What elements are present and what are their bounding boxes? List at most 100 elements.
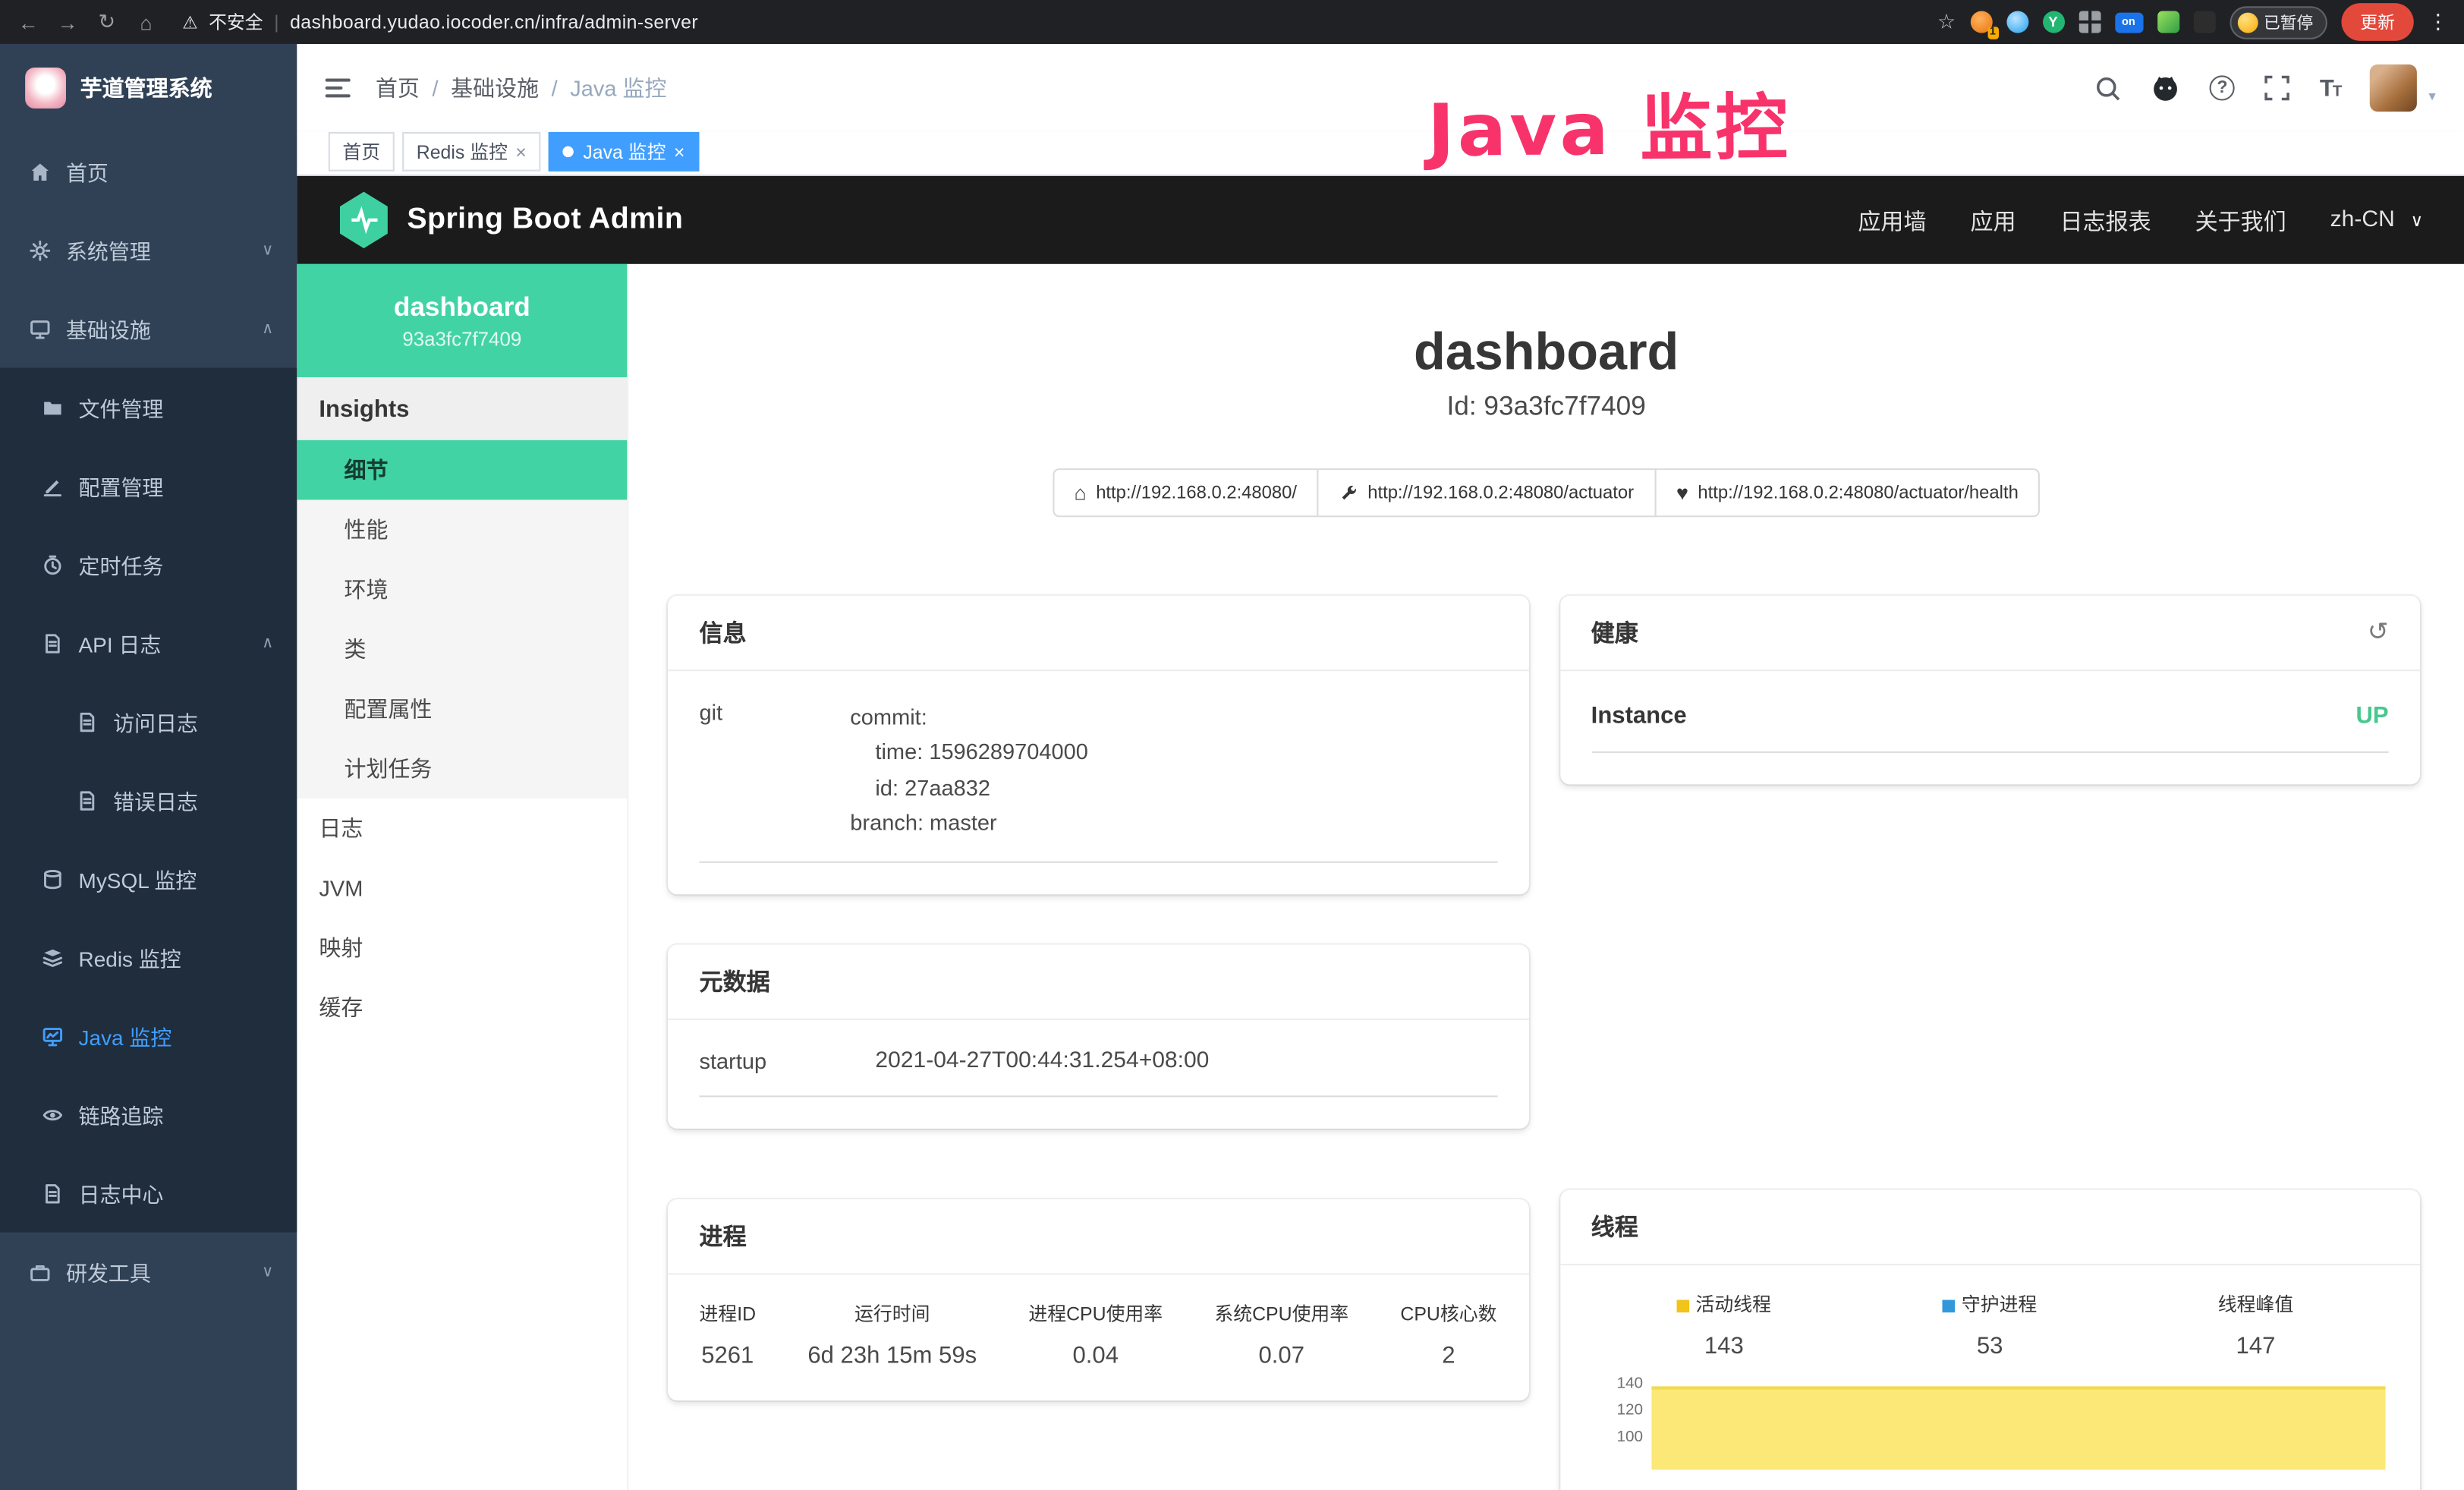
reload-button[interactable]: ↻ — [94, 9, 119, 34]
drop-extension-icon[interactable] — [2006, 11, 2028, 33]
sidebar-item-access-log[interactable]: 访问日志 — [0, 682, 297, 761]
metadata-card: 元数据 startup 2021-04-27T00:44:31.254+08:0… — [668, 944, 1528, 1128]
update-button[interactable]: 更新 — [2341, 3, 2413, 41]
breadcrumb-home[interactable]: 首页 — [376, 72, 420, 103]
access-log-icon — [75, 710, 97, 732]
sba-brand-title[interactable]: Spring Boot Admin — [407, 203, 683, 238]
sidebar-item-trace[interactable]: 链路追踪 — [0, 1075, 297, 1154]
eye-icon — [41, 1104, 63, 1126]
extension-badge: 1 — [1987, 27, 1998, 39]
sidebar-item-file-manage[interactable]: 文件管理 — [0, 368, 297, 447]
sidebar-item-api-log[interactable]: API 日志 ∧ — [0, 603, 297, 682]
address-bar[interactable]: ⚠ 不安全 | dashboard.yudao.iocoder.cn/infra… — [182, 9, 698, 34]
avatar-caret-icon[interactable]: ▾ — [2428, 88, 2435, 112]
fullscreen-icon[interactable] — [2264, 75, 2289, 100]
breadcrumb-infra[interactable]: 基础设施 — [451, 72, 539, 103]
fox-extension-icon[interactable]: 1 — [1970, 11, 1992, 33]
github-icon[interactable] — [2151, 74, 2179, 102]
info-card: 信息 git commit: time: 1596289704000 id: 2… — [668, 596, 1528, 894]
paused-profile-chip[interactable]: 已暂停 — [2229, 5, 2327, 38]
close-icon[interactable]: × — [515, 140, 527, 162]
sidebar-item-infra[interactable]: 基础设施 ∧ — [0, 289, 297, 368]
sidebar-item-system[interactable]: 系统管理 ∨ — [0, 210, 297, 289]
sba-item-details[interactable]: 细节 — [297, 440, 627, 500]
sba-item-metrics[interactable]: 性能 — [297, 500, 627, 560]
sba-item-caches[interactable]: 缓存 — [297, 978, 627, 1038]
sba-nav-language[interactable]: zh-CN — [2330, 207, 2395, 232]
instance-links: ⌂ http://192.168.0.2:48080/ http://192.1… — [628, 468, 2464, 517]
sba-item-jvm[interactable]: JVM — [297, 858, 627, 918]
leaf-extension-icon[interactable] — [2157, 11, 2179, 33]
switch-extension-icon[interactable]: on — [2114, 12, 2142, 33]
avatar[interactable] — [2371, 65, 2418, 112]
process-card-title: 进程 — [700, 1219, 747, 1252]
sidebar-item-home[interactable]: 首页 — [0, 132, 297, 211]
tab-home[interactable]: 首页 — [329, 132, 395, 172]
chevron-down-icon[interactable]: ∨ — [2410, 209, 2423, 230]
sba-nav-applications[interactable]: 应用 — [1970, 203, 2016, 236]
sidebar-item-java-monitor[interactable]: Java 监控 — [0, 997, 297, 1076]
actuator-url-button[interactable]: http://192.168.0.2:48080/actuator — [1317, 468, 1656, 517]
sba-item-classes[interactable]: 类 — [297, 619, 627, 679]
history-icon[interactable]: ↺ — [2368, 620, 2389, 645]
sba-item-logfile[interactable]: 日志 — [297, 799, 627, 858]
smiley-avatar-icon — [2237, 12, 2258, 33]
instance-id: 93a3fc7f7409 — [402, 328, 521, 350]
service-url-button[interactable]: ⌂ http://192.168.0.2:48080/ — [1052, 468, 1319, 517]
sba-nav-journal[interactable]: 日志报表 — [2060, 203, 2151, 236]
threads-card: 线程 活动线程 143 守护进程 — [1559, 1190, 2420, 1490]
sidebar-item-redis-monitor[interactable]: Redis 监控 — [0, 918, 297, 997]
threads-chart: 140 120 100 — [1591, 1375, 2389, 1470]
sidebar-item-scheduled-job[interactable]: 定时任务 — [0, 525, 297, 604]
sba-body: dashboard 93a3fc7f7409 Insights 细节 性能 环境… — [297, 264, 2464, 1490]
metadata-card-title: 元数据 — [700, 965, 770, 997]
workspace: Java 监控 首页 / 基础设施 / Java 监控 ? TT — [297, 44, 2464, 1490]
sidebar-item-log-center[interactable]: 日志中心 — [0, 1154, 297, 1233]
spring-boot-admin-logo[interactable] — [338, 192, 389, 249]
bookmark-star-icon[interactable]: ☆ — [1937, 9, 1956, 34]
y-extension-icon[interactable]: Y — [2042, 11, 2064, 33]
home-icon — [28, 160, 50, 182]
hamburger-icon[interactable] — [326, 79, 351, 98]
sidebar-item-config-manage[interactable]: 配置管理 — [0, 446, 297, 525]
browser-menu-icon[interactable]: ⋮ — [2428, 9, 2448, 34]
chart-y-axis: 140 120 100 — [1591, 1375, 1651, 1470]
forward-button[interactable]: → — [55, 10, 80, 33]
monitor-icon — [28, 317, 50, 339]
font-size-icon[interactable]: TT — [2320, 74, 2341, 101]
home-button[interactable]: ⌂ — [134, 10, 159, 33]
layers-icon — [41, 947, 63, 969]
sba-nav-wallboard[interactable]: 应用墙 — [1858, 203, 1926, 236]
app-logo-row[interactable]: 芋道管理系统 — [0, 44, 297, 132]
instance-selector[interactable]: dashboard 93a3fc7f7409 — [297, 264, 627, 377]
tab-java-monitor[interactable]: Java 监控 × — [549, 132, 699, 172]
error-log-icon — [75, 789, 97, 811]
tab-redis-monitor[interactable]: Redis 监控 × — [402, 132, 540, 172]
search-icon[interactable] — [2095, 74, 2122, 101]
back-button[interactable]: ← — [16, 10, 41, 33]
sidebar-item-error-log[interactable]: 错误日志 — [0, 761, 297, 840]
stat-process-cpu: 进程CPU使用率0.04 — [1028, 1299, 1163, 1369]
sba-item-environment[interactable]: 环境 — [297, 559, 627, 619]
cards-left-column: 信息 git commit: time: 1596289704000 id: 2… — [668, 596, 1528, 1490]
close-icon[interactable]: × — [674, 140, 685, 162]
sidebar-item-mysql-monitor[interactable]: MySQL 监控 — [0, 840, 297, 918]
grid-extension-icon[interactable] — [2079, 11, 2101, 33]
wrench-icon — [1339, 484, 1358, 502]
toolbox-icon — [28, 1261, 50, 1283]
sba-nav-about[interactable]: 关于我们 — [2195, 203, 2286, 236]
health-instance-row[interactable]: Instance UP — [1591, 703, 2389, 753]
sba-item-configprops[interactable]: 配置属性 — [297, 679, 627, 739]
instance-subtitle: Id: 93a3fc7f7409 — [628, 386, 2464, 427]
sba-item-scheduled-tasks[interactable]: 计划任务 — [297, 739, 627, 799]
health-url-button[interactable]: ♥ http://192.168.0.2:48080/actuator/heal… — [1654, 468, 2041, 517]
log-center-icon — [41, 1182, 63, 1204]
sba-item-mappings[interactable]: 映射 — [297, 918, 627, 978]
infra-submenu: 文件管理 配置管理 定时任务 API 日志 ∧ 访问日志 — [0, 368, 297, 1233]
home-icon: ⌂ — [1074, 481, 1086, 505]
plugin-extension-icon[interactable] — [2193, 11, 2215, 33]
legend-blue-swatch — [1943, 1299, 1956, 1312]
column-spacer — [1559, 784, 2420, 1189]
help-icon[interactable]: ? — [2210, 75, 2235, 100]
sidebar-item-dev-tools[interactable]: 研发工具 ∨ — [0, 1233, 297, 1312]
